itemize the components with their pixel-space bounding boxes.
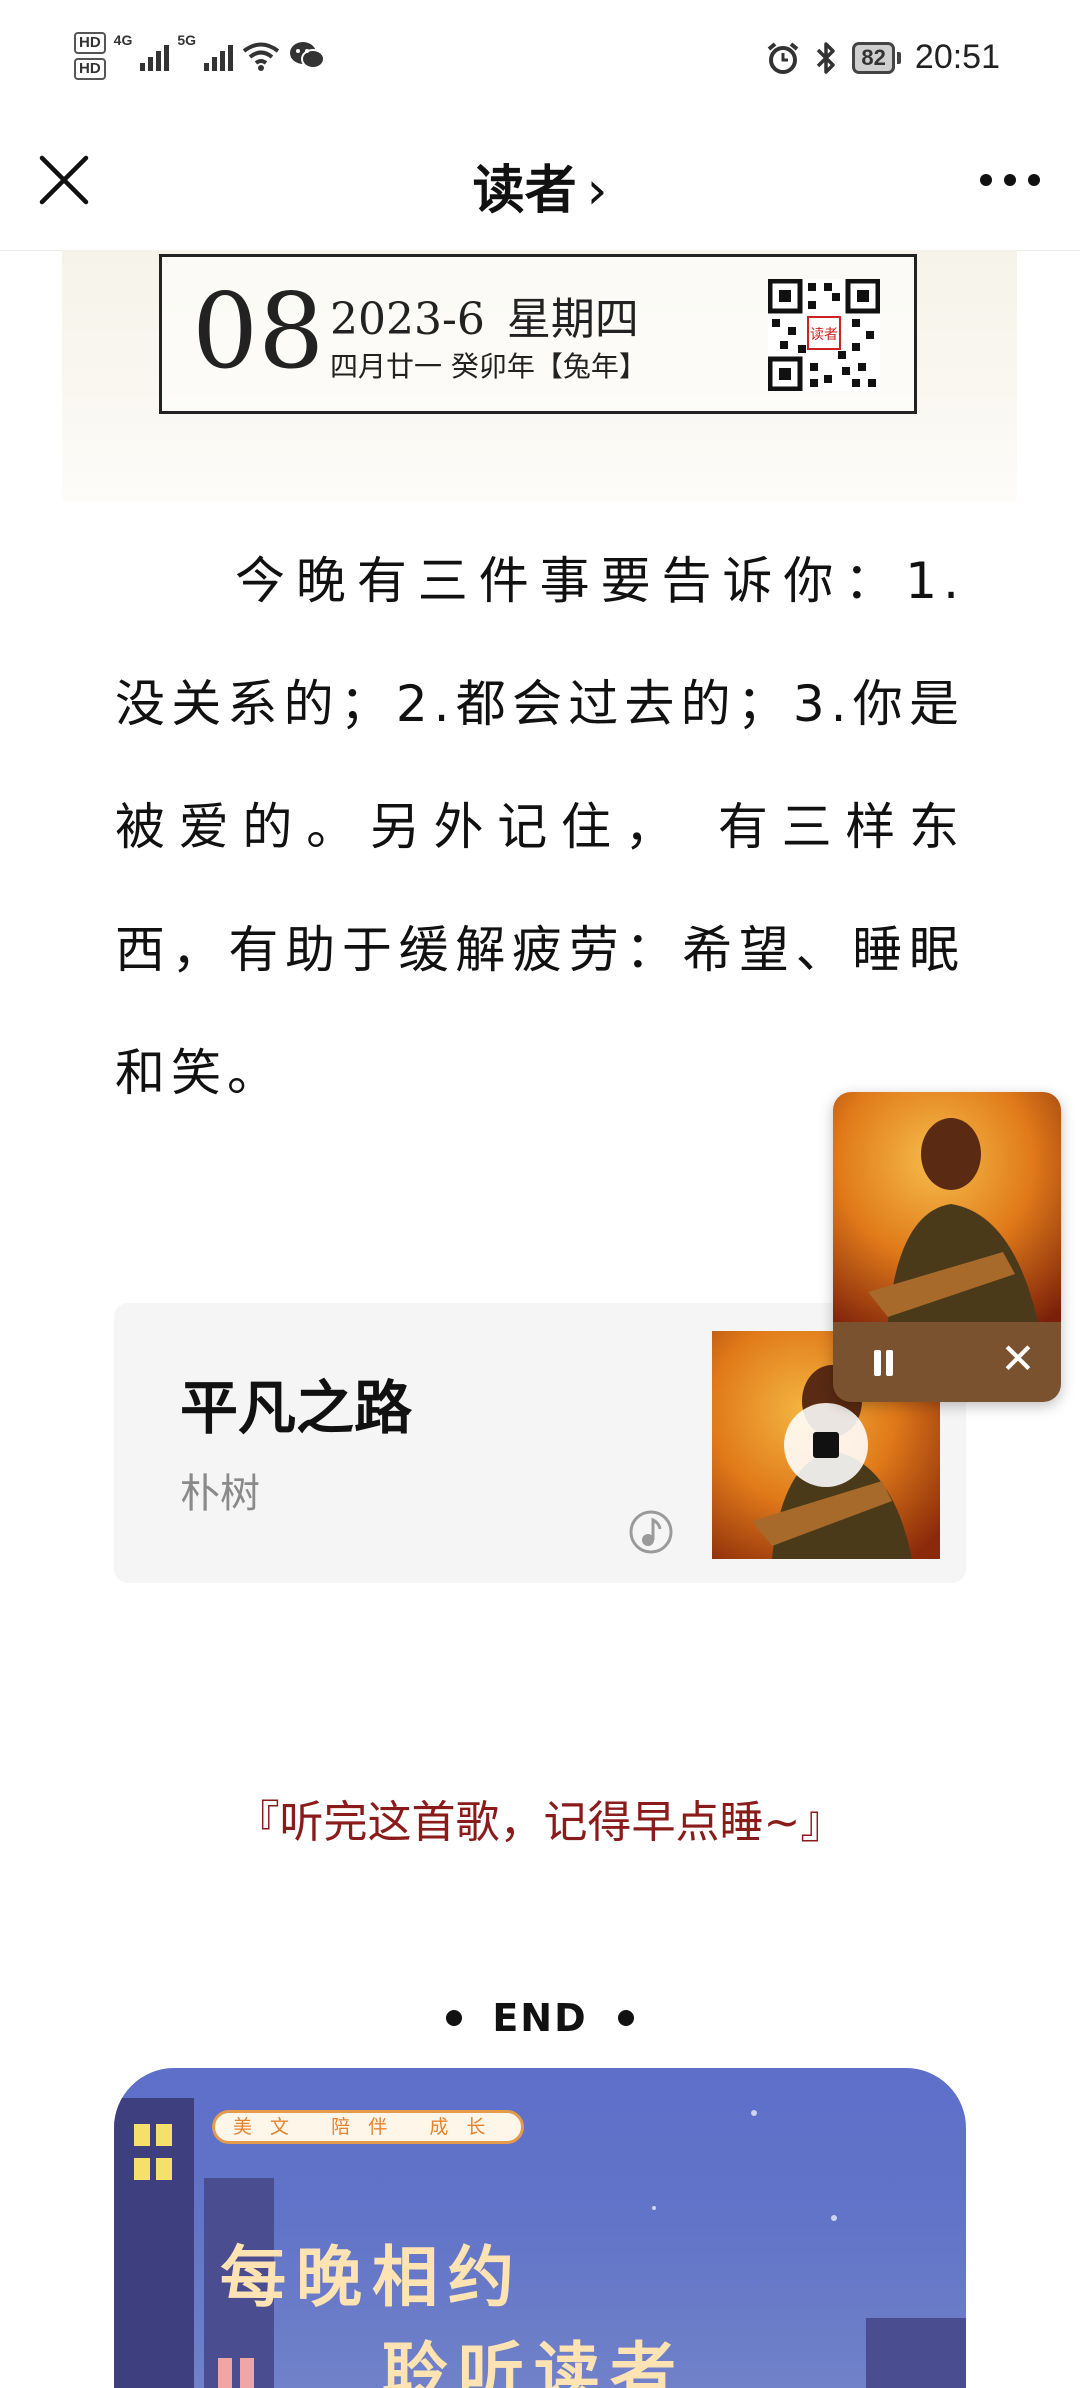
chevron-right-icon: › (586, 161, 608, 221)
svg-text:读者: 读者 (810, 326, 838, 343)
song-artist: 朴树 (180, 1471, 260, 1517)
wifi-icon (242, 42, 280, 71)
clock-time: 20:51 (914, 38, 1000, 76)
battery-indicator: 82 (852, 41, 901, 74)
signal-2-icon (204, 41, 234, 71)
stop-icon (813, 1432, 839, 1458)
qr-code-icon: 读者 (768, 279, 880, 391)
more-dot (1028, 174, 1040, 186)
pause-bar (874, 1350, 881, 1376)
bluetooth-icon (817, 41, 836, 74)
battery-level: 82 (852, 41, 895, 74)
account-name: 读者 (472, 161, 577, 221)
mini-player-close-button[interactable]: ✕ (995, 1336, 1041, 1382)
promo-headline-1: 每晚相约 (220, 2238, 524, 2316)
end-marker: END (0, 1996, 1080, 2040)
article-body: 今晚有三件事要告诉你：1.没关系的；2.都会过去的；3.你是被爱的。另外记住， … (115, 520, 965, 1135)
floating-mini-player[interactable]: ✕ (833, 1092, 1061, 1402)
wechat-icon (290, 42, 326, 69)
end-text: END (492, 1996, 588, 2040)
mini-player-controls: ✕ (833, 1322, 1061, 1402)
promo-banner[interactable]: 美 文 陪 伴 成 长 每晚相约 聆听读者 (114, 2068, 966, 2388)
alarm-icon (768, 41, 799, 74)
hd-indicators: HD HD (74, 32, 106, 80)
network-5g-label: 5G (177, 32, 197, 48)
account-title-link[interactable]: 读者 › (0, 148, 1080, 223)
more-dot (980, 174, 992, 186)
status-left: HD HD 4G 5G (74, 32, 326, 80)
end-dot (617, 2010, 634, 2026)
pause-bar (886, 1350, 893, 1376)
promo-tagline: 美 文 陪 伴 成 长 (212, 2110, 524, 2144)
song-title: 平凡之路 (180, 1374, 413, 1442)
signal-1-icon (140, 41, 170, 71)
network-4g-label: 4G (113, 32, 133, 48)
promo-headline-2: 聆听读者 (382, 2334, 686, 2388)
more-options-button[interactable] (980, 160, 1040, 200)
date-lunar: 四月廿一 癸卯年【兔年】 (330, 350, 647, 383)
date-weekday: 星期四 (506, 294, 639, 345)
closing-quote: 『听完这首歌，记得早点睡~』 (235, 1797, 845, 1848)
more-dot (1004, 174, 1016, 186)
end-dot (446, 2010, 463, 2026)
mini-player-cover (833, 1092, 1061, 1322)
date-year-month: 2023-6 (330, 294, 485, 345)
hd-1-badge: HD (74, 32, 106, 54)
music-note-icon (629, 1510, 673, 1554)
date-banner: 08 2023-6 星期四 四月廿一 癸卯年【兔年】 读者 (159, 254, 917, 414)
top-nav-bar: 读者 › (0, 130, 1080, 251)
article-paragraph: 今晚有三件事要告诉你：1.没关系的；2.都会过去的；3.你是被爱的。另外记住， … (115, 552, 965, 1102)
status-right: 82 20:51 (766, 38, 1000, 77)
hd-2-badge: HD (74, 58, 106, 80)
pause-button[interactable] (861, 1340, 905, 1384)
stop-button[interactable] (784, 1403, 868, 1487)
date-year-month-line: 2023-6 星期四 (330, 283, 639, 347)
battery-cap (896, 51, 901, 64)
article-page: HD HD 4G 5G 82 20:51 读者 › 08 2023-6 星期四 … (0, 0, 1080, 2388)
status-bar: HD HD 4G 5G 82 20:51 (0, 0, 1080, 130)
date-day: 08 (192, 270, 325, 392)
